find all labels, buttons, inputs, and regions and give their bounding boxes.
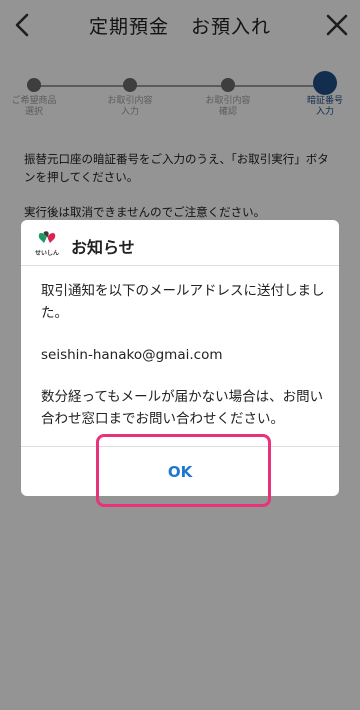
- dialog-email-address: seishin-hanako@gmai.com: [41, 347, 223, 363]
- ok-button-highlight: [96, 434, 271, 507]
- dialog-body: 取引通知を以下のメールアドレスに送付しました。 seishin-hanako@g…: [41, 280, 325, 430]
- dialog-message-contact: 数分経ってもメールが届かない場合は、お問い合わせ窓口までお問い合わせください。: [41, 389, 324, 427]
- logo-text: せいしん: [34, 250, 59, 257]
- dialog-message-sent: 取引通知を以下のメールアドレスに送付しました。: [41, 283, 325, 321]
- dialog-header: せいしん お知らせ: [21, 220, 339, 266]
- seishin-logo-icon: せいしん: [33, 230, 61, 258]
- dialog-title: お知らせ: [71, 238, 135, 257]
